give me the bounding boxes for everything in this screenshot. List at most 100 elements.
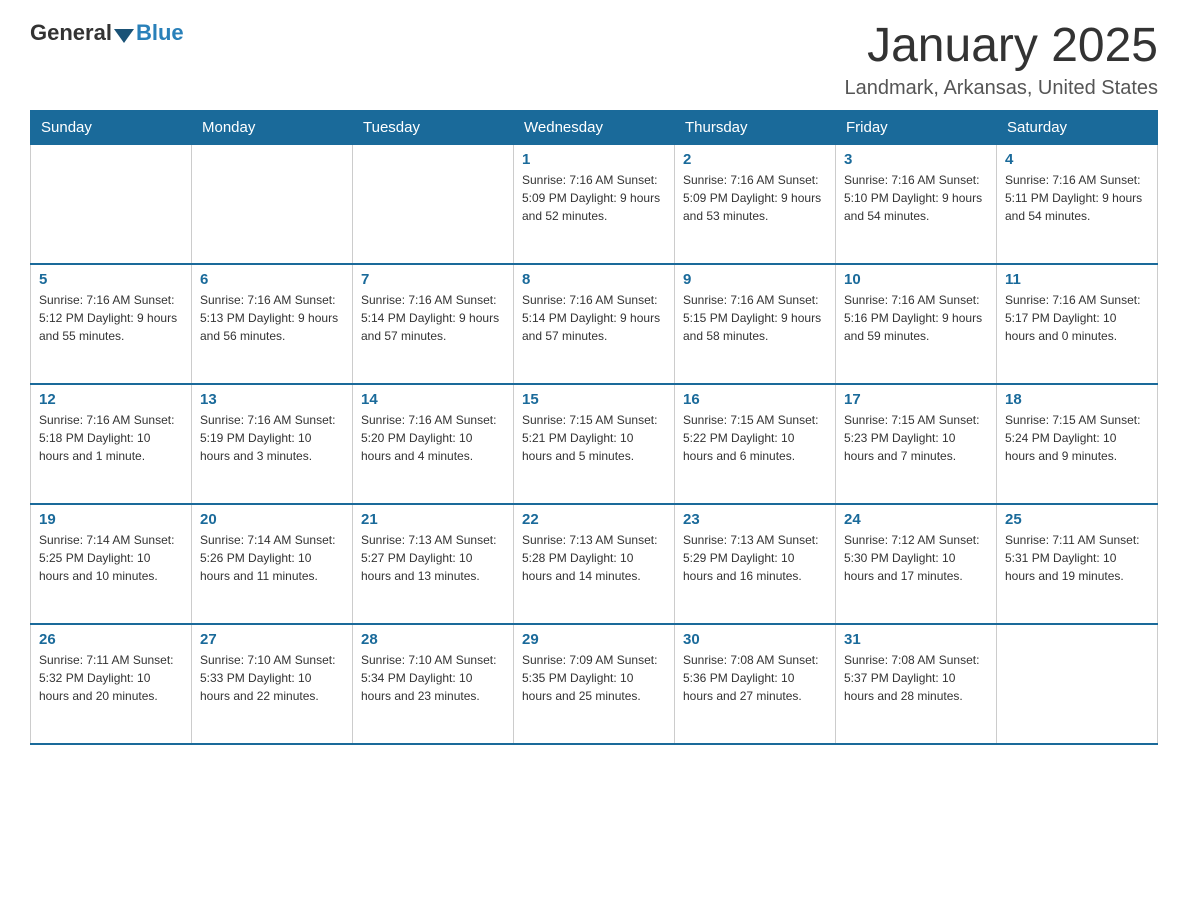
header-wednesday: Wednesday — [514, 110, 675, 144]
calendar-cell: 15Sunrise: 7:15 AM Sunset: 5:21 PM Dayli… — [514, 384, 675, 504]
day-number: 30 — [683, 631, 827, 648]
calendar-week-row: 12 Sunrise: 7:16 AM Sunset: 5:18 PM Dayli… — [31, 384, 1158, 504]
day-info: Sunrise: 7:16 AM Sunset: 5:11 PM Dayligh… — [1005, 171, 1149, 225]
header-monday: Monday — [192, 110, 353, 144]
calendar-cell: 6 Sunrise: 7:16 AM Sunset: 5:13 PM Daylig… — [192, 264, 353, 384]
day-info: Sunrise: 7:12 AM Sunset: 5:30 PM Dayligh… — [844, 531, 988, 585]
day-info: Sunrise: 7:16 AM Sunset: 5:20 PM Dayligh… — [361, 411, 505, 465]
calendar-header-row: SundayMondayTuesdayWednesdayThursdayFrid… — [31, 110, 1158, 144]
day-number: 26 — [39, 631, 183, 648]
day-info: Sunrise: 7:16 AM Sunset: 5:19 PM Dayligh… — [200, 411, 344, 465]
calendar-cell — [353, 144, 514, 264]
calendar-cell: 7 Sunrise: 7:16 AM Sunset: 5:14 PM Daylig… — [353, 264, 514, 384]
day-info: Sunrise: 7:16 AM Sunset: 5:16 PM Dayligh… — [844, 291, 988, 345]
header-sunday: Sunday — [31, 110, 192, 144]
day-info: Sunrise: 7:16 AM Sunset: 5:13 PM Dayligh… — [200, 291, 344, 345]
day-info: Sunrise: 7:11 AM Sunset: 5:31 PM Dayligh… — [1005, 531, 1149, 585]
day-info: Sunrise: 7:16 AM Sunset: 5:15 PM Dayligh… — [683, 291, 827, 345]
calendar-cell: 28Sunrise: 7:10 AM Sunset: 5:34 PM Dayli… — [353, 624, 514, 744]
calendar-cell: 5 Sunrise: 7:16 AM Sunset: 5:12 PM Daylig… — [31, 264, 192, 384]
calendar-cell: 27Sunrise: 7:10 AM Sunset: 5:33 PM Dayli… — [192, 624, 353, 744]
day-number: 2 — [683, 151, 827, 168]
day-info: Sunrise: 7:15 AM Sunset: 5:24 PM Dayligh… — [1005, 411, 1149, 465]
calendar-cell: 11Sunrise: 7:16 AM Sunset: 5:17 PM Dayli… — [997, 264, 1158, 384]
day-info: Sunrise: 7:08 AM Sunset: 5:37 PM Dayligh… — [844, 651, 988, 705]
day-info: Sunrise: 7:09 AM Sunset: 5:35 PM Dayligh… — [522, 651, 666, 705]
calendar-cell: 14 Sunrise: 7:16 AM Sunset: 5:20 PM Dayli… — [353, 384, 514, 504]
calendar-cell: 20 Sunrise: 7:14 AM Sunset: 5:26 PM Dayli… — [192, 504, 353, 624]
day-number: 5 — [39, 271, 183, 288]
day-info: Sunrise: 7:13 AM Sunset: 5:29 PM Dayligh… — [683, 531, 827, 585]
day-info: Sunrise: 7:16 AM Sunset: 5:09 PM Dayligh… — [522, 171, 666, 225]
day-number: 22 — [522, 511, 666, 528]
month-title: January 2025 — [845, 20, 1159, 73]
day-info: Sunrise: 7:15 AM Sunset: 5:23 PM Dayligh… — [844, 411, 988, 465]
day-info: Sunrise: 7:13 AM Sunset: 5:28 PM Dayligh… — [522, 531, 666, 585]
day-number: 15 — [522, 391, 666, 408]
day-info: Sunrise: 7:16 AM Sunset: 5:09 PM Dayligh… — [683, 171, 827, 225]
calendar-week-row: 26Sunrise: 7:11 AM Sunset: 5:32 PM Dayli… — [31, 624, 1158, 744]
calendar-cell: 17 Sunrise: 7:15 AM Sunset: 5:23 PM Dayli… — [836, 384, 997, 504]
day-number: 17 — [844, 391, 988, 408]
title-block: January 2025 Landmark, Arkansas, United … — [845, 20, 1159, 100]
day-number: 7 — [361, 271, 505, 288]
calendar-cell: 3Sunrise: 7:16 AM Sunset: 5:10 PM Daylig… — [836, 144, 997, 264]
day-number: 25 — [1005, 511, 1149, 528]
calendar-week-row: 5 Sunrise: 7:16 AM Sunset: 5:12 PM Daylig… — [31, 264, 1158, 384]
calendar-cell: 30Sunrise: 7:08 AM Sunset: 5:36 PM Dayli… — [675, 624, 836, 744]
day-number: 23 — [683, 511, 827, 528]
day-number: 6 — [200, 271, 344, 288]
calendar-cell: 16Sunrise: 7:15 AM Sunset: 5:22 PM Dayli… — [675, 384, 836, 504]
day-number: 21 — [361, 511, 505, 528]
day-number: 10 — [844, 271, 988, 288]
calendar-week-row: 19Sunrise: 7:14 AM Sunset: 5:25 PM Dayli… — [31, 504, 1158, 624]
day-info: Sunrise: 7:16 AM Sunset: 5:10 PM Dayligh… — [844, 171, 988, 225]
calendar-table: SundayMondayTuesdayWednesdayThursdayFrid… — [30, 110, 1158, 746]
day-info: Sunrise: 7:13 AM Sunset: 5:27 PM Dayligh… — [361, 531, 505, 585]
day-number: 1 — [522, 151, 666, 168]
day-number: 14 — [361, 391, 505, 408]
calendar-cell: 8 Sunrise: 7:16 AM Sunset: 5:14 PM Daylig… — [514, 264, 675, 384]
day-info: Sunrise: 7:14 AM Sunset: 5:26 PM Dayligh… — [200, 531, 344, 585]
day-info: Sunrise: 7:10 AM Sunset: 5:33 PM Dayligh… — [200, 651, 344, 705]
day-info: Sunrise: 7:16 AM Sunset: 5:18 PM Dayligh… — [39, 411, 183, 465]
calendar-cell — [31, 144, 192, 264]
calendar-cell: 18Sunrise: 7:15 AM Sunset: 5:24 PM Dayli… — [997, 384, 1158, 504]
calendar-cell — [192, 144, 353, 264]
header-thursday: Thursday — [675, 110, 836, 144]
calendar-cell: 29 Sunrise: 7:09 AM Sunset: 5:35 PM Dayli… — [514, 624, 675, 744]
calendar-cell: 21 Sunrise: 7:13 AM Sunset: 5:27 PM Dayli… — [353, 504, 514, 624]
logo: General Blue — [30, 20, 184, 46]
calendar-cell: 9Sunrise: 7:16 AM Sunset: 5:15 PM Daylig… — [675, 264, 836, 384]
calendar-cell — [997, 624, 1158, 744]
location-title: Landmark, Arkansas, United States — [845, 77, 1159, 100]
logo-arrow-icon — [114, 29, 134, 43]
header-tuesday: Tuesday — [353, 110, 514, 144]
calendar-week-row: 1 Sunrise: 7:16 AM Sunset: 5:09 PM Daylig… — [31, 144, 1158, 264]
day-info: Sunrise: 7:10 AM Sunset: 5:34 PM Dayligh… — [361, 651, 505, 705]
day-number: 20 — [200, 511, 344, 528]
day-info: Sunrise: 7:16 AM Sunset: 5:14 PM Dayligh… — [361, 291, 505, 345]
day-number: 31 — [844, 631, 988, 648]
day-number: 16 — [683, 391, 827, 408]
calendar-cell: 13 Sunrise: 7:16 AM Sunset: 5:19 PM Dayli… — [192, 384, 353, 504]
day-info: Sunrise: 7:16 AM Sunset: 5:14 PM Dayligh… — [522, 291, 666, 345]
day-number: 24 — [844, 511, 988, 528]
calendar-cell: 31 Sunrise: 7:08 AM Sunset: 5:37 PM Dayli… — [836, 624, 997, 744]
calendar-cell: 26Sunrise: 7:11 AM Sunset: 5:32 PM Dayli… — [31, 624, 192, 744]
day-number: 11 — [1005, 271, 1149, 288]
calendar-cell: 12 Sunrise: 7:16 AM Sunset: 5:18 PM Dayli… — [31, 384, 192, 504]
day-number: 13 — [200, 391, 344, 408]
day-number: 4 — [1005, 151, 1149, 168]
header-friday: Friday — [836, 110, 997, 144]
logo-blue: Blue — [136, 20, 184, 46]
day-number: 29 — [522, 631, 666, 648]
calendar-cell: 2 Sunrise: 7:16 AM Sunset: 5:09 PM Daylig… — [675, 144, 836, 264]
day-info: Sunrise: 7:16 AM Sunset: 5:12 PM Dayligh… — [39, 291, 183, 345]
calendar-cell: 24 Sunrise: 7:12 AM Sunset: 5:30 PM Dayli… — [836, 504, 997, 624]
calendar-cell: 25 Sunrise: 7:11 AM Sunset: 5:31 PM Dayli… — [997, 504, 1158, 624]
logo-general: General — [30, 20, 112, 46]
day-number: 12 — [39, 391, 183, 408]
day-number: 8 — [522, 271, 666, 288]
page-header: General Blue January 2025 Landmark, Arka… — [30, 20, 1158, 100]
